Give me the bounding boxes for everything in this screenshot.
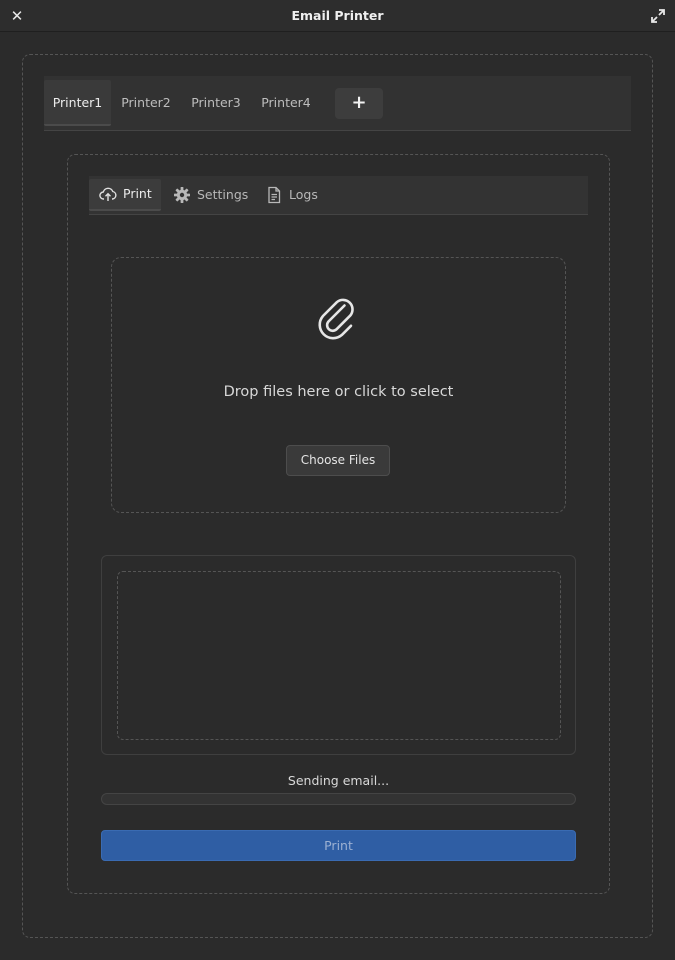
sub-tab-bar: Print Settings Logs (89, 176, 588, 215)
printer-tab-bar: Printer1 Printer2 Printer3 Printer4 + (44, 76, 631, 131)
window-titlebar: ✕ Email Printer (0, 0, 675, 32)
document-icon (268, 186, 281, 204)
tab-settings[interactable]: Settings (171, 179, 257, 211)
file-list-panel (101, 555, 576, 755)
add-printer-button[interactable]: + (335, 88, 383, 119)
choose-files-button[interactable]: Choose Files (286, 445, 390, 476)
tab-print[interactable]: Print (89, 179, 161, 211)
tab-printer1[interactable]: Printer1 (44, 80, 111, 126)
print-button[interactable]: Print (101, 830, 576, 861)
tab-logs[interactable]: Logs (265, 179, 329, 211)
dropzone-text: Drop files here or click to select (223, 384, 454, 400)
progress-bar (101, 793, 576, 805)
printer-panel: Print Settings Logs Drop files here or c… (67, 154, 610, 894)
upload-cloud-icon (99, 187, 117, 201)
file-list (117, 571, 561, 740)
window-title: Email Printer (291, 8, 384, 23)
tab-logs-label: Logs (289, 187, 318, 202)
tab-printer4[interactable]: Printer4 (256, 80, 316, 126)
tab-printer2[interactable]: Printer2 (116, 80, 176, 126)
paperclip-icon (318, 298, 354, 340)
gear-icon (174, 187, 190, 203)
main-container: Printer1 Printer2 Printer3 Printer4 + Pr… (22, 54, 653, 938)
tab-settings-label: Settings (197, 187, 249, 202)
tab-print-label: Print (123, 186, 152, 201)
tab-printer3[interactable]: Printer3 (186, 80, 246, 126)
status-text: Sending email... (287, 773, 390, 788)
maximize-icon[interactable] (649, 7, 667, 25)
file-dropzone[interactable]: Drop files here or click to select Choos… (111, 257, 566, 513)
